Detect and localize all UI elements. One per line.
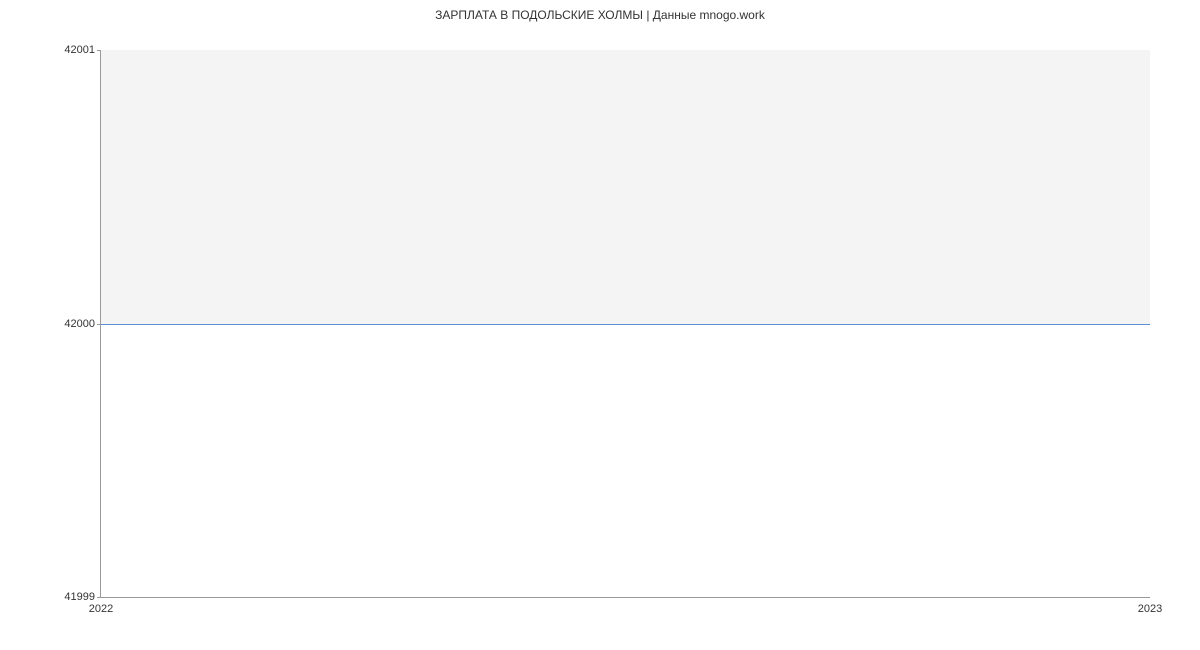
y-tick-label: 42000 bbox=[64, 318, 95, 330]
plot-background: 42001 42000 41999 2022 2023 bbox=[100, 50, 1150, 598]
chart-title: ЗАРПЛАТА В ПОДОЛЬСКИЕ ХОЛМЫ | Данные mno… bbox=[0, 0, 1200, 22]
chart-plot-area: 42001 42000 41999 2022 2023 bbox=[100, 50, 1150, 598]
y-tick-label: 42001 bbox=[64, 44, 95, 56]
data-series-line bbox=[101, 324, 1150, 325]
y-tick-mark bbox=[97, 50, 101, 51]
y-tick-mark bbox=[97, 597, 101, 598]
x-tick-label: 2023 bbox=[1138, 603, 1162, 615]
plot-background-lower bbox=[101, 324, 1150, 598]
x-tick-label: 2022 bbox=[89, 603, 113, 615]
y-tick-label: 41999 bbox=[64, 591, 95, 603]
